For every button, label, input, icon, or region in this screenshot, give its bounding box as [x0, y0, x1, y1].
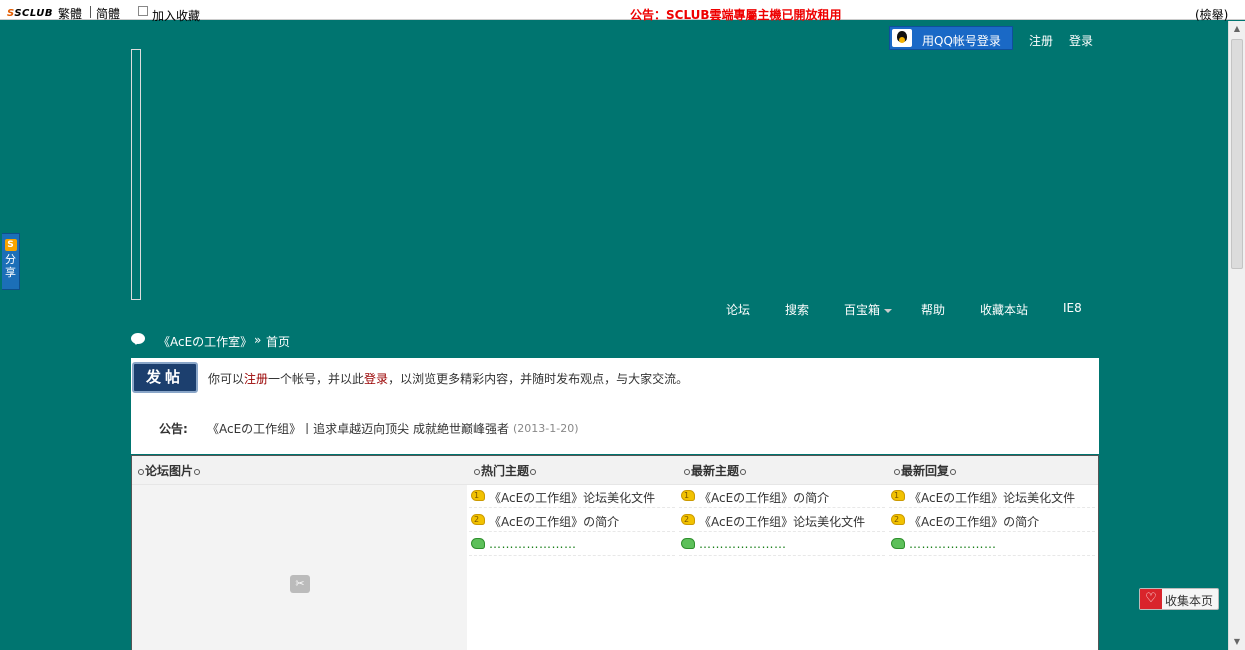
- rank-2-icon: 2: [681, 514, 695, 525]
- nav-search[interactable]: 搜索: [785, 301, 809, 318]
- scroll-up-icon[interactable]: ▲: [1229, 21, 1245, 37]
- bullet-icon: [740, 468, 747, 475]
- traditional-link[interactable]: 繁體: [58, 5, 82, 22]
- speech-bubble-icon: [131, 333, 145, 345]
- simplified-link[interactable]: 简體: [96, 5, 120, 22]
- qq-login-button[interactable]: 用QQ帐号登录: [889, 26, 1013, 50]
- add-favorite-label[interactable]: 加入收藏: [152, 7, 200, 24]
- more-icon: [891, 538, 905, 549]
- new-title: 最新主题: [683, 462, 747, 479]
- hot-title-text: 热门主题: [481, 464, 530, 478]
- vertical-scrollbar[interactable]: ▲ ▼: [1228, 21, 1245, 650]
- breadcrumb-separator: »: [254, 333, 262, 347]
- nav-toolbox[interactable]: 百宝箱: [844, 301, 893, 318]
- new-item-more[interactable]: …………………: [699, 537, 787, 551]
- nav-ie8[interactable]: IE8: [1063, 301, 1082, 315]
- pictures-title: 论坛图片: [137, 462, 201, 479]
- bookmark-page-button[interactable]: ♡ 收集本页: [1139, 588, 1219, 610]
- rank-2-icon: 2: [471, 514, 485, 525]
- welcome-suffix: ，以浏览更多精彩内容，并随时发布观点，与大家交流。: [388, 372, 689, 386]
- reply-item[interactable]: 2 《AcEの工作组》の简介: [889, 508, 1095, 532]
- login-link[interactable]: 登录: [1069, 32, 1093, 49]
- new-post-button[interactable]: 发帖: [132, 362, 198, 393]
- forum-pictures: ✂: [132, 485, 467, 650]
- hot-item-more[interactable]: …………………: [489, 537, 577, 551]
- hot-item[interactable]: …………………: [469, 532, 675, 556]
- new-item-title[interactable]: 《AcEの工作组》の简介: [699, 489, 829, 506]
- welcome-register-link[interactable]: 注册: [244, 372, 268, 386]
- announcement-date: (2013-1-20): [513, 422, 579, 435]
- qq-login-label: 用QQ帐号登录: [922, 34, 1001, 48]
- breadcrumb-home: 首页: [266, 335, 291, 349]
- rank-1-icon: 1: [891, 490, 905, 501]
- new-item[interactable]: 2 《AcEの工作组》论坛美化文件: [679, 508, 885, 532]
- register-link[interactable]: 注册: [1029, 32, 1053, 49]
- announcement-text[interactable]: 《AcEの工作组》丨追求卓越迈向顶尖 成就絶世巅峰强者: [207, 420, 509, 437]
- reply-item[interactable]: …………………: [889, 532, 1095, 556]
- bullet-icon: [138, 468, 144, 475]
- welcome-text: 你可以注册一个帐号，并以此登录，以浏览更多精彩内容，并随时发布观点，与大家交流。: [208, 370, 688, 387]
- bullet-icon: [894, 468, 900, 475]
- reply-item-title[interactable]: 《AcEの工作组》论坛美化文件: [909, 489, 1075, 506]
- banner-frame: [131, 49, 141, 300]
- notice-panel: 发帖 你可以注册一个帐号，并以此登录，以浏览更多精彩内容，并随时发布观点，与大家…: [131, 358, 1099, 454]
- reply-item-more[interactable]: …………………: [909, 537, 997, 551]
- logo-text: SCLUB: [14, 8, 53, 19]
- qq-penguin-icon: [892, 29, 912, 47]
- welcome-prefix: 你可以: [208, 372, 245, 386]
- nav-bookmark-site[interactable]: 收藏本站: [980, 301, 1028, 318]
- nav-forum[interactable]: 论坛: [726, 301, 750, 318]
- hot-item[interactable]: 1 《AcEの工作组》论坛美化文件: [469, 484, 675, 508]
- pictures-title-text: 论坛图片: [145, 464, 194, 478]
- heart-icon: ♡: [1140, 589, 1162, 609]
- bullet-icon: [474, 468, 480, 475]
- share-tab[interactable]: S 分 享: [2, 233, 20, 290]
- new-item[interactable]: …………………: [679, 532, 885, 556]
- new-item[interactable]: 1 《AcEの工作组》の简介: [679, 484, 885, 508]
- nav-toolbox-label: 百宝箱: [844, 303, 881, 317]
- forum-header: 论坛图片 热门主题 最新主题 最新回复: [132, 456, 1098, 485]
- welcome-login-link[interactable]: 登录: [364, 372, 388, 386]
- bullet-icon: [684, 468, 690, 475]
- broken-image-icon: ✂: [290, 575, 310, 593]
- share-label-2: 享: [5, 266, 16, 279]
- welcome-mid: 一个帐号，并以此: [268, 372, 365, 386]
- share-label-1: 分: [5, 253, 16, 266]
- add-favorite-checkbox[interactable]: [138, 6, 148, 16]
- top-notice[interactable]: 公告：SCLUB雲端專屬主機已開放租用: [630, 6, 842, 23]
- reply-item[interactable]: 1 《AcEの工作组》论坛美化文件: [889, 484, 1095, 508]
- rank-2-icon: 2: [891, 514, 905, 525]
- scroll-down-icon[interactable]: ▼: [1229, 634, 1245, 650]
- hot-item[interactable]: 2 《AcEの工作组》の简介: [469, 508, 675, 532]
- reply-title-text: 最新回复: [901, 464, 950, 478]
- forum-overview: 论坛图片 热门主题 最新主题 最新回复 ✂ 1 《AcEの工作组》论坛美化文件 …: [131, 455, 1099, 650]
- bookmark-label: 收集本页: [1165, 594, 1214, 608]
- scrollbar-thumb[interactable]: [1231, 39, 1243, 269]
- new-title-text: 最新主题: [691, 464, 740, 478]
- bullet-icon: [194, 468, 201, 475]
- bullet-icon: [530, 468, 537, 475]
- new-item-title[interactable]: 《AcEの工作组》论坛美化文件: [699, 513, 865, 530]
- breadcrumb-site[interactable]: 《AcEの工作室》: [158, 333, 252, 350]
- report-link[interactable]: (檢舉): [1195, 6, 1228, 23]
- more-icon: [471, 538, 485, 549]
- chevron-down-icon: [884, 308, 893, 313]
- rank-1-icon: 1: [681, 490, 695, 501]
- reply-item-title[interactable]: 《AcEの工作组》の简介: [909, 513, 1039, 530]
- hot-title: 热门主题: [473, 462, 537, 479]
- top-bar: SSCLUB 繁體 简體 加入收藏 公告：SCLUB雲端專屬主機已開放租用 (檢…: [0, 0, 1245, 23]
- hot-item-title[interactable]: 《AcEの工作组》论坛美化文件: [489, 489, 655, 506]
- nav-help[interactable]: 帮助: [921, 301, 945, 318]
- hot-item-title[interactable]: 《AcEの工作组》の简介: [489, 513, 619, 530]
- bullet-icon: [950, 468, 957, 475]
- rank-1-icon: 1: [471, 490, 485, 501]
- more-icon: [681, 538, 695, 549]
- announcement-label: 公告:: [159, 422, 188, 436]
- reply-title: 最新回复: [893, 462, 957, 479]
- sclub-logo[interactable]: SSCLUB: [7, 8, 53, 19]
- divider: [90, 6, 91, 18]
- share-s-icon: S: [4, 239, 17, 251]
